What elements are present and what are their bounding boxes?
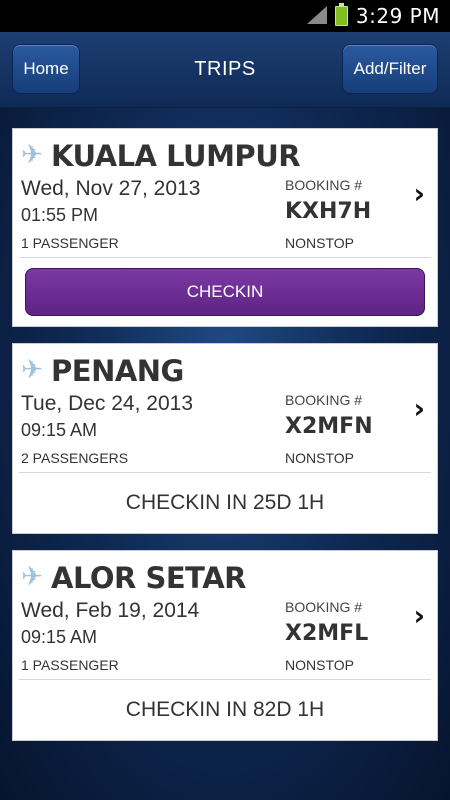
battery-icon — [334, 3, 348, 26]
trip-stops: NONSTOP — [285, 450, 354, 466]
chevron-right-icon[interactable]: › — [413, 177, 425, 210]
add-filter-button[interactable]: Add/Filter — [342, 44, 438, 94]
booking-label: BOOKING # — [285, 392, 363, 408]
trip-city: PENANG — [51, 354, 184, 388]
divider — [19, 257, 431, 258]
status-bar: 3:29 PM — [0, 0, 450, 32]
trip-stops: NONSTOP — [285, 657, 354, 673]
trip-date: Wed, Nov 27, 2013 — [21, 177, 201, 200]
trip-passengers: 2 PASSENGERS — [21, 450, 129, 466]
chevron-right-icon[interactable]: › — [413, 392, 425, 425]
trip-date: Tue, Dec 24, 2013 — [21, 392, 193, 415]
trip-passengers: 1 PASSENGER — [21, 657, 119, 673]
trip-stops: NONSTOP — [285, 235, 354, 251]
trip-summary[interactable]: ✈ PENANG Tue, Dec 24, 2013 09:15 AM 2 PA… — [13, 344, 437, 472]
trip-city: ALOR SETAR — [51, 561, 246, 595]
booking-label: BOOKING # — [285, 177, 363, 193]
trip-city: KUALA LUMPUR — [51, 139, 301, 173]
chevron-right-icon[interactable]: › — [413, 599, 425, 632]
trip-card: ✈ KUALA LUMPUR Wed, Nov 27, 2013 01:55 P… — [12, 128, 438, 327]
airplane-icon: ✈ — [21, 562, 43, 592]
booking-code: X2MFN — [285, 414, 373, 439]
airplane-icon: ✈ — [21, 355, 43, 385]
trip-card: ✈ PENANG Tue, Dec 24, 2013 09:15 AM 2 PA… — [12, 343, 438, 534]
signal-icon — [306, 6, 327, 26]
trip-date: Wed, Feb 19, 2014 — [21, 599, 200, 622]
booking-code: X2MFL — [285, 621, 369, 646]
booking-code: KXH7H — [285, 199, 372, 224]
app-header: Home TRIPS Add/Filter — [0, 32, 450, 108]
trip-time: 01:55 PM — [21, 205, 99, 225]
booking-label: BOOKING # — [285, 599, 363, 615]
airplane-icon: ✈ — [21, 140, 43, 170]
trip-passengers: 1 PASSENGER — [21, 235, 119, 251]
trip-time: 09:15 AM — [21, 627, 98, 647]
checkin-countdown: CHECKIN IN 25D 1H — [125, 491, 325, 514]
checkin-countdown: CHECKIN IN 82D 1H — [125, 698, 325, 721]
trip-card: ✈ ALOR SETAR Wed, Feb 19, 2014 09:15 AM … — [12, 550, 438, 741]
trip-summary[interactable]: ✈ KUALA LUMPUR Wed, Nov 27, 2013 01:55 P… — [13, 129, 437, 257]
checkin-button[interactable]: CHECKIN — [25, 268, 425, 316]
trip-summary[interactable]: ✈ ALOR SETAR Wed, Feb 19, 2014 09:15 AM … — [13, 551, 437, 679]
status-time: 3:29 PM — [355, 4, 440, 28]
trip-time: 09:15 AM — [21, 420, 98, 440]
